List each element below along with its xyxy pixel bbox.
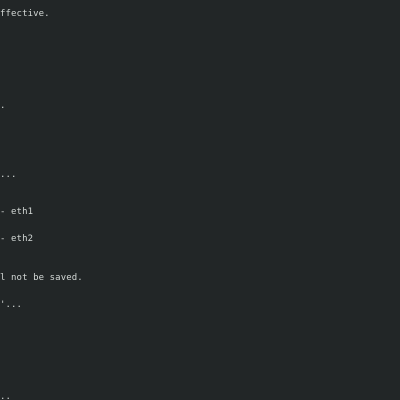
terminal-output-line: . (0, 101, 6, 111)
terminal-output-line: .. (0, 392, 12, 400)
terminal-output-line: '... (0, 300, 23, 310)
terminal-output-line: l not be saved. (0, 273, 83, 283)
terminal-output-line: - eth1 (0, 207, 34, 217)
terminal-output-line: - eth2 (0, 234, 34, 244)
terminal-output-line: ffective. (0, 9, 50, 19)
terminal-window[interactable]: ffective. . ... - eth1 - eth2 l not be s… (0, 0, 400, 400)
terminal-output-line: ... (0, 170, 17, 180)
